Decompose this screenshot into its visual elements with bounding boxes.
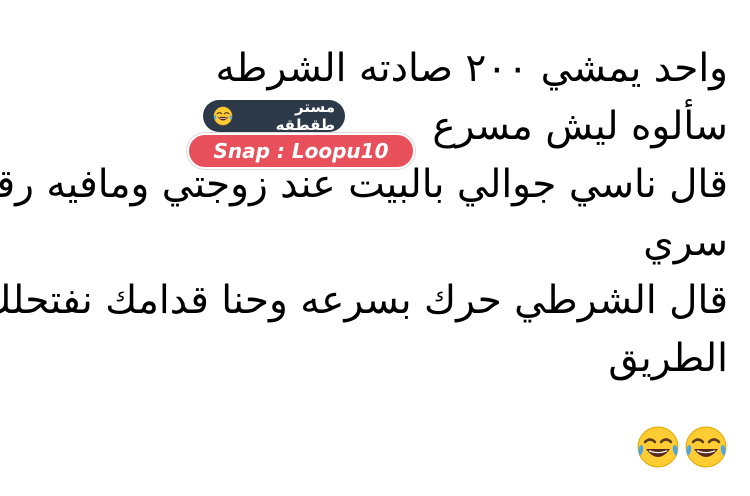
- text-line: قال الشرطي حرك بسرعه وحنا قدامك نفتحلك: [0, 278, 728, 323]
- account-watermark: مستر طقطقه: [203, 98, 345, 134]
- face-with-tears-of-joy-icon: [684, 425, 728, 469]
- text-line: سري: [643, 220, 728, 265]
- account-name: مستر طقطقه: [275, 98, 335, 134]
- text-line: واحد يمشي ٢٠٠ صادته الشرطه: [215, 46, 729, 91]
- face-with-tears-of-joy-icon: [213, 106, 233, 126]
- snap-watermark: Snap : Loopu10: [187, 133, 415, 169]
- snap-label: Snap : Loopu10: [213, 139, 389, 163]
- text-line: الطريق: [608, 336, 728, 381]
- face-with-tears-of-joy-icon: [636, 425, 680, 469]
- post-text: واحد يمشي ٢٠٠ صادته الشرطه سألوه ليش مسر…: [0, 40, 729, 388]
- emoji-row: [636, 425, 728, 469]
